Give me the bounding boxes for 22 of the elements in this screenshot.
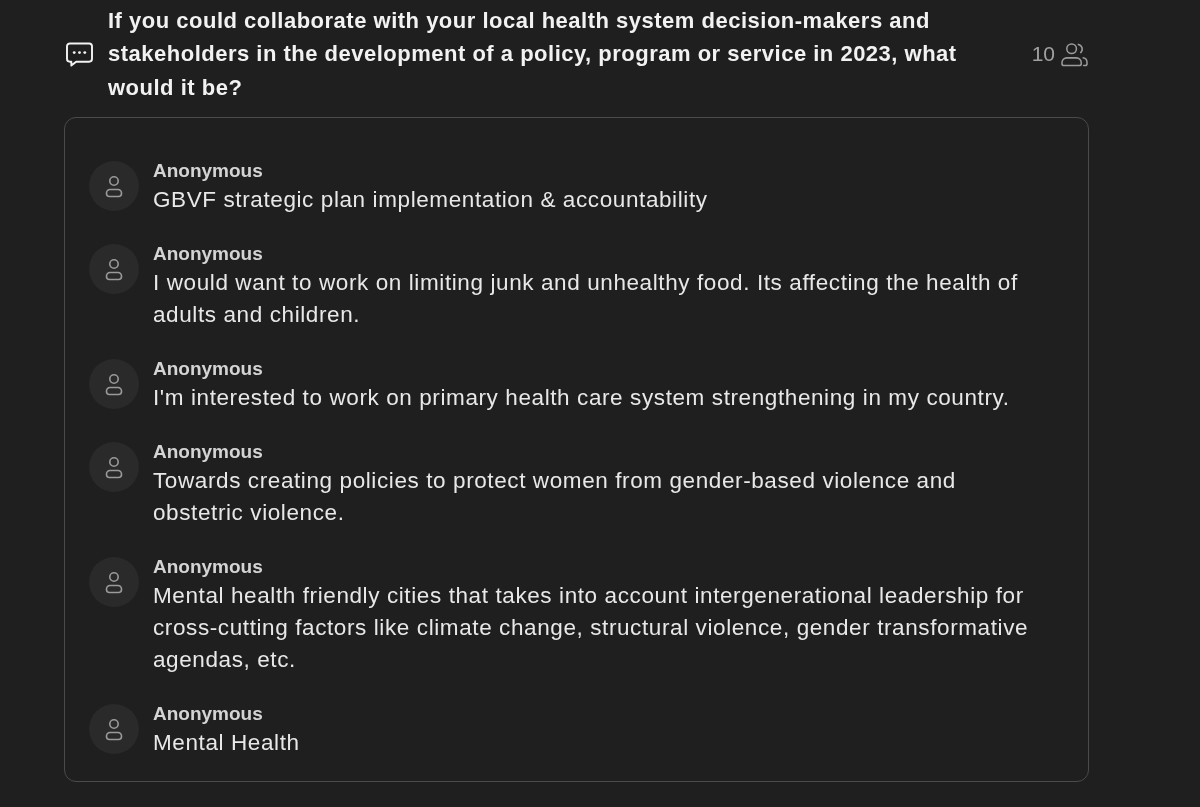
speech-bubble-icon [66,41,93,67]
response-text: I'm interested to work on primary health care system strengthening in my country. [153,384,1011,412]
response-text: Mental health friendly cities that takes into account intergenerational leadership for cross-cutting factors like climate change, structural violence, gender transformative agendas, etc. [153,582,1030,674]
avatar-icon [89,244,139,294]
author-name: Anonymous [153,440,264,464]
question-text: If you could collaborate with your local health system decision-makers and stakeholders in the development of a policy, program or service in 2023, what would it be? [108,6,958,102]
response-count: 10 [1031,42,1055,66]
author-name: Anonymous [153,702,264,726]
response-text: GBVF strategic plan implementation & accountability [153,186,709,214]
users-icon [1061,41,1088,67]
author-name: Anonymous [153,159,264,183]
response-text: I would want to work on limiting junk and unhealthy food. Its affecting the health of adults and children. [153,269,1019,329]
author-name: Anonymous [153,555,264,579]
author-name: Anonymous [153,357,264,381]
avatar-icon [89,557,139,607]
avatar-icon [89,359,139,409]
avatar-icon [89,704,139,754]
response-text: Mental Health [153,729,301,757]
avatar-icon [89,442,139,492]
response-text: Towards creating policies to protect women from gender-based violence and obstetric violence. [153,467,957,527]
avatar-icon [89,161,139,211]
author-name: Anonymous [153,242,264,266]
